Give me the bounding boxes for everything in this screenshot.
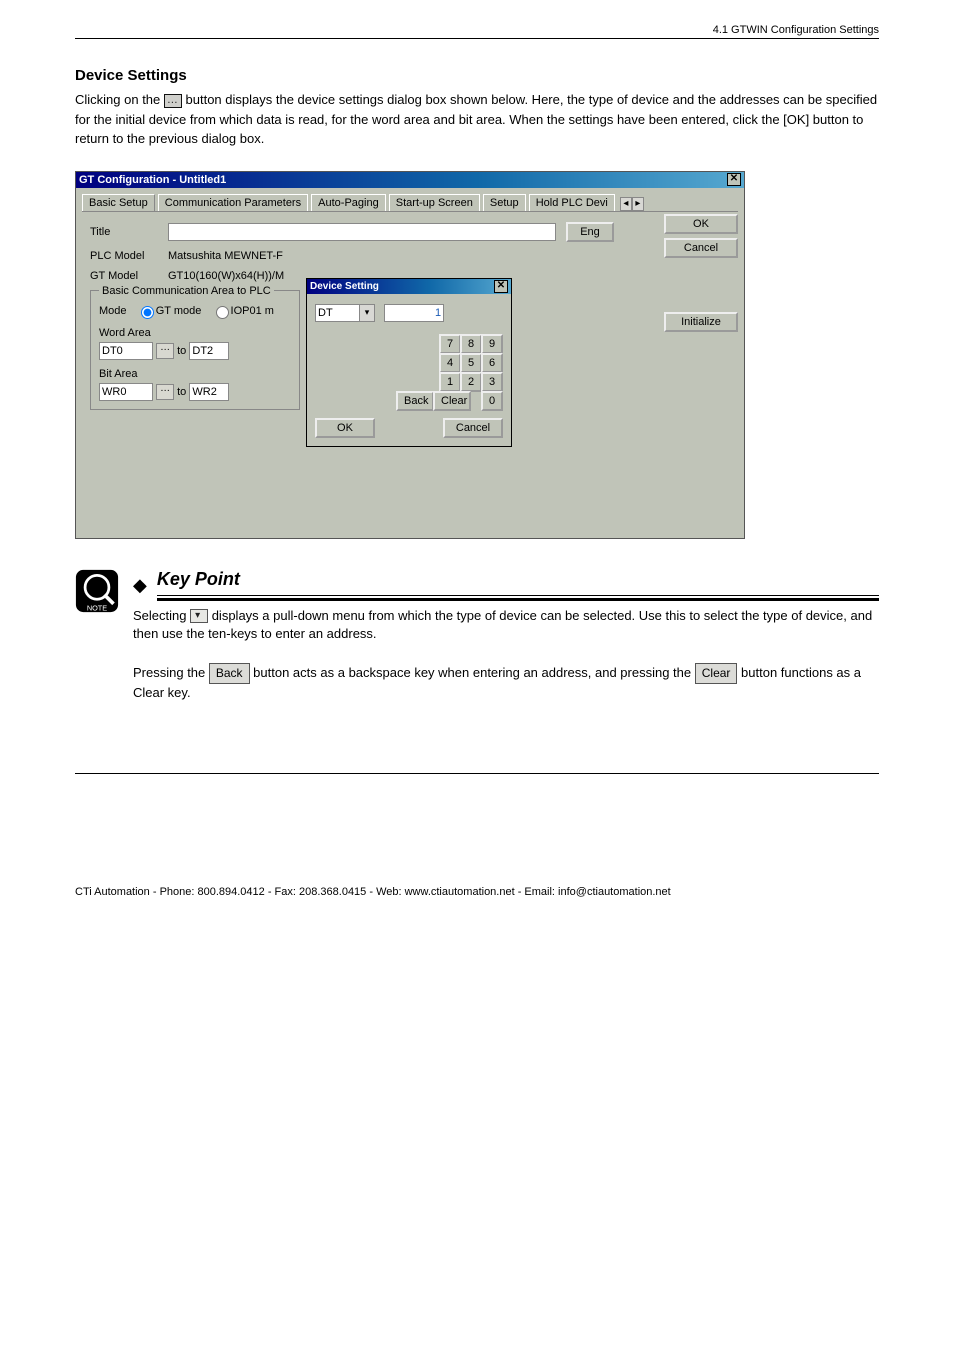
popup-ok-button[interactable]: OK — [315, 418, 375, 438]
label-gt-model: GT Model — [90, 270, 168, 282]
ellipsis-button-icon — [164, 94, 182, 108]
key-0[interactable]: 0 — [481, 391, 503, 411]
key-6[interactable]: 6 — [481, 353, 503, 373]
footer-rule-1 — [75, 773, 879, 774]
close-icon[interactable]: ✕ — [727, 173, 741, 186]
kp-underline — [157, 595, 879, 601]
label-title: Title — [90, 226, 168, 238]
popup-titlebar: Device Setting ✕ — [307, 279, 511, 294]
key-2[interactable]: 2 — [460, 372, 482, 392]
key-3[interactable]: 3 — [481, 372, 503, 392]
bit-area-from[interactable] — [99, 383, 153, 401]
key-point-text: Selecting displays a pull-down menu from… — [133, 607, 879, 704]
tab-comm-params[interactable]: Communication Parameters — [158, 194, 308, 211]
keypad-clear-button[interactable]: Clear — [433, 391, 471, 411]
plc-model-value: Matsushita MEWNET-F — [168, 250, 283, 262]
tab-scroll-arrows: ◂▸ — [620, 197, 644, 211]
back-button-glyph: Back — [209, 663, 250, 684]
tab-scroll-right-icon[interactable]: ▸ — [632, 197, 644, 211]
tab-hold-plc[interactable]: Hold PLC Devi — [529, 194, 615, 211]
bit-to-label: to — [177, 386, 186, 398]
tab-basic-setup[interactable]: Basic Setup — [82, 194, 155, 211]
tab-scroll-left-icon[interactable]: ◂ — [620, 197, 632, 211]
chevron-down-icon: ▾ — [359, 305, 374, 321]
device-number-input[interactable]: 1 — [384, 304, 444, 322]
dropdown-icon — [190, 609, 208, 623]
popup-close-icon[interactable]: ✕ — [494, 280, 508, 293]
top-rule — [75, 38, 879, 39]
key-4[interactable]: 4 — [439, 353, 461, 373]
footer-text: CTi Automation - Phone: 800.894.0412 - F… — [75, 886, 671, 898]
eng-button[interactable]: Eng — [566, 222, 614, 242]
word-area-to — [189, 342, 229, 360]
word-area-label: Word Area — [99, 327, 291, 339]
bit-area-ellipsis[interactable] — [156, 384, 174, 400]
radio-iop01-mode-label: IOP01 m — [231, 304, 274, 316]
key-8[interactable]: 8 — [460, 334, 482, 354]
keypad: 7 8 9 4 5 6 1 2 3 — [315, 334, 503, 411]
window-titlebar: GT Configuration - Untitled1 ✕ — [76, 172, 744, 188]
tab-auto-paging[interactable]: Auto-Paging — [311, 194, 386, 211]
word-area-from[interactable] — [99, 342, 153, 360]
header-right: 4.1 GTWIN Configuration Settings — [713, 24, 879, 36]
cancel-button[interactable]: Cancel — [664, 238, 738, 258]
comm-area-fieldset: Basic Communication Area to PLC Mode GT … — [90, 290, 300, 410]
tab-startup-screen[interactable]: Start-up Screen — [389, 194, 480, 211]
key-point-icon: NOTE — [75, 569, 119, 613]
fieldset-legend: Basic Communication Area to PLC — [99, 285, 274, 297]
bit-area-to — [189, 383, 229, 401]
key-1[interactable]: 1 — [439, 372, 461, 392]
device-type-select[interactable]: DT ▾ — [315, 304, 375, 322]
section-body-devset: Clicking on the button displays the devi… — [75, 90, 879, 149]
keypad-back-button[interactable]: Back — [396, 391, 434, 411]
popup-cancel-button[interactable]: Cancel — [443, 418, 503, 438]
initialize-button[interactable]: Initialize — [664, 312, 738, 332]
tabstrip: Basic Setup Communication Parameters Aut… — [82, 194, 738, 212]
device-type-value: DT — [318, 307, 333, 319]
radio-gt-mode[interactable] — [141, 306, 154, 319]
gt-config-window: GT Configuration - Untitled1 ✕ Basic Set… — [75, 171, 745, 539]
svg-text:NOTE: NOTE — [87, 603, 107, 612]
key-9[interactable]: 9 — [481, 334, 503, 354]
radio-gt-mode-label: GT mode — [156, 304, 202, 316]
popup-title: Device Setting — [310, 281, 379, 292]
gt-model-value: GT10(160(W)x64(H))/M — [168, 270, 284, 282]
bit-area-label: Bit Area — [99, 368, 291, 380]
bullet-icon: ◆ — [133, 576, 147, 594]
section-title-devset: Device Settings — [75, 67, 879, 84]
tab-setup[interactable]: Setup — [483, 194, 526, 211]
word-area-ellipsis[interactable] — [156, 343, 174, 359]
key-5[interactable]: 5 — [460, 353, 482, 373]
key-point-title: Key Point — [157, 569, 879, 593]
label-plc-model: PLC Model — [90, 250, 168, 262]
window-title: GT Configuration - Untitled1 — [79, 174, 226, 186]
ok-button[interactable]: OK — [664, 214, 738, 234]
radio-iop01-mode[interactable] — [216, 306, 229, 319]
clear-button-glyph: Clear — [695, 663, 738, 684]
device-setting-popup: Device Setting ✕ DT ▾ 1 7 — [306, 278, 512, 447]
word-to-label: to — [177, 345, 186, 357]
title-input[interactable] — [168, 223, 556, 241]
key-7[interactable]: 7 — [439, 334, 461, 354]
mode-label: Mode — [99, 304, 127, 316]
